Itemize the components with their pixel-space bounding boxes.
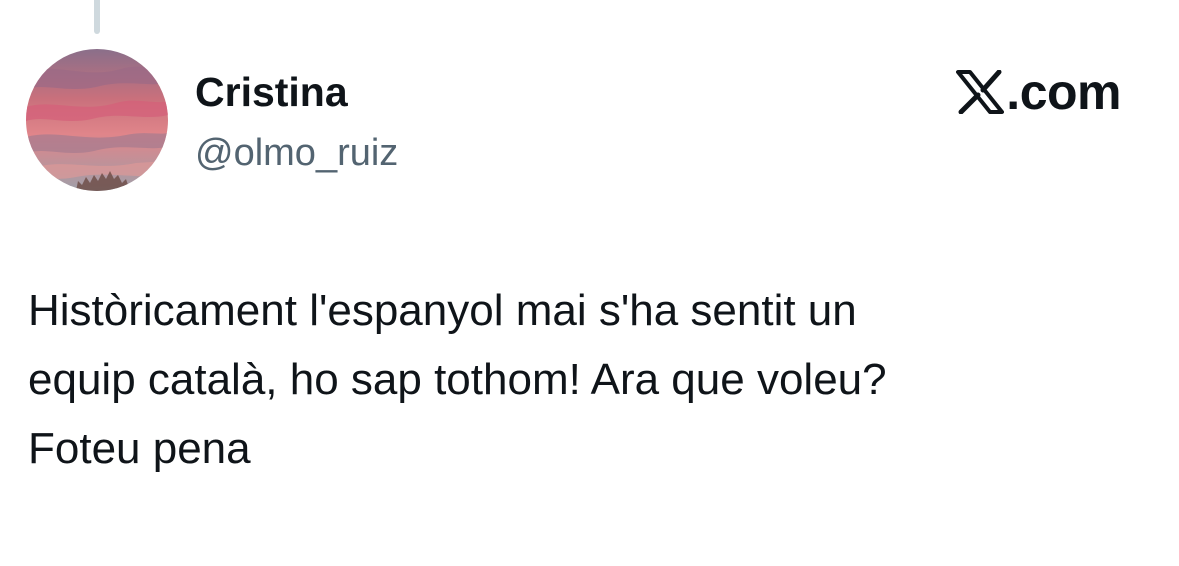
tweet-text-line: Foteu pena (28, 424, 251, 473)
author-handle[interactable]: @olmo_ruiz (195, 130, 398, 176)
thread-connector-line (94, 0, 100, 34)
avatar[interactable] (26, 49, 168, 191)
x-logo-icon (956, 70, 1005, 114)
sunset-sky-avatar-icon (26, 49, 168, 191)
tweet-text: Històricament l'espanyol mai s'ha sentit… (28, 276, 1138, 483)
author-display-name[interactable]: Cristina (195, 68, 348, 116)
tweet-text-line: Històricament l'espanyol mai s'ha sentit… (28, 286, 857, 335)
x-com-brand: .com (956, 66, 1121, 118)
tweet-text-line: equip català, ho sap tothom! Ara que vol… (28, 355, 887, 404)
brand-domain-text: .com (1006, 64, 1121, 120)
